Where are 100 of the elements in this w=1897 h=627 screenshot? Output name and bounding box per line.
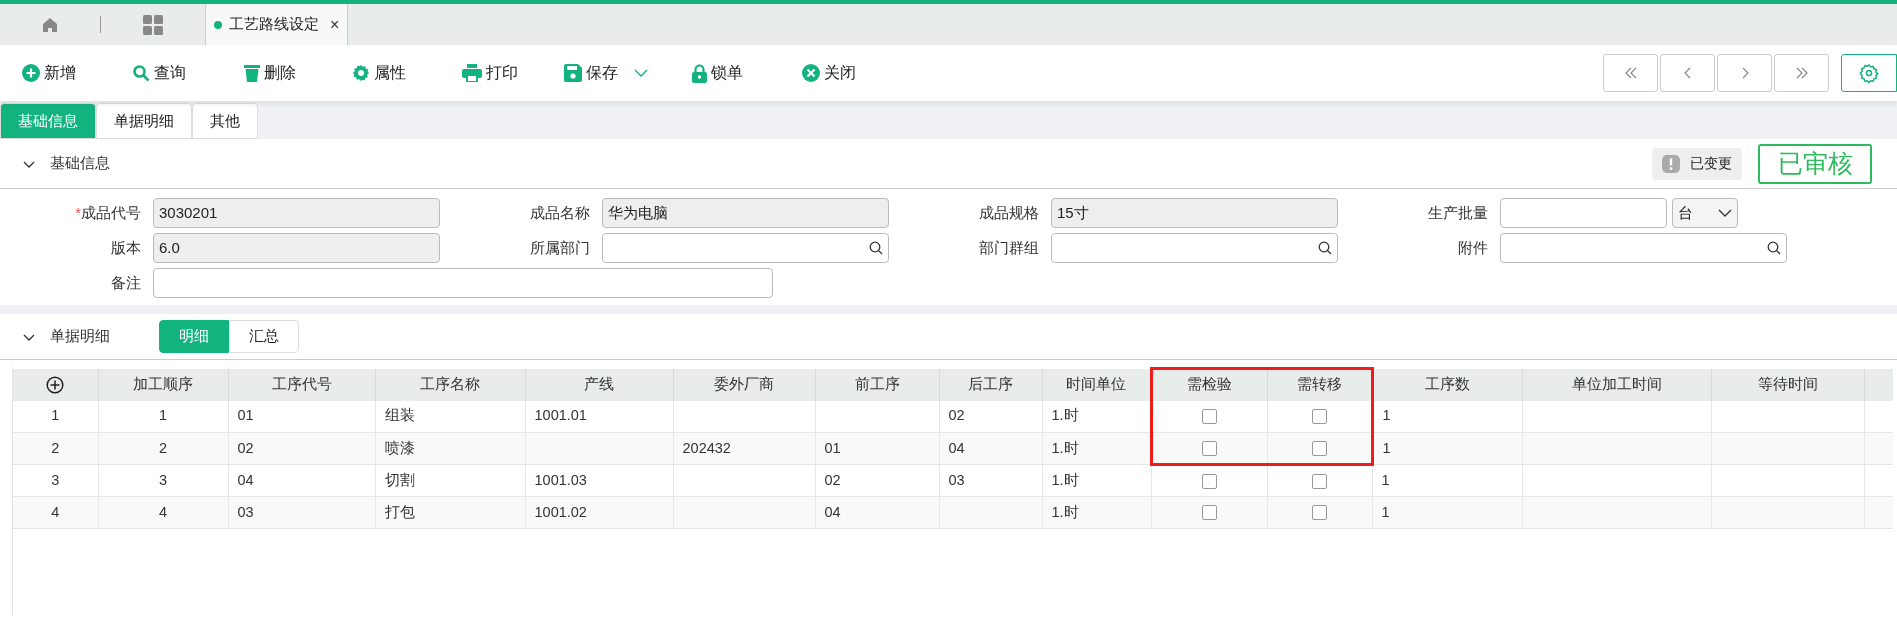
search-icon[interactable] — [869, 241, 883, 255]
field-label: 附件 — [1458, 238, 1488, 256]
column-header: 需转移 — [1296, 376, 1342, 393]
document-tab[interactable]: 工艺路线设定 × — [205, 4, 349, 45]
view-toggle[interactable]: 汇总 — [229, 320, 299, 353]
lookup-field[interactable] — [1500, 233, 1787, 263]
row-number: 2 — [13, 432, 98, 465]
table-cell: 打包 — [384, 503, 415, 520]
table-cell: 1.时 — [1051, 439, 1079, 456]
status-stamp: 已审核 — [1758, 143, 1872, 184]
checkbox[interactable] — [1202, 440, 1217, 456]
table-cell: 02 — [824, 471, 841, 488]
checkbox[interactable] — [1202, 409, 1217, 425]
column-header: 单位加工时间 — [1571, 375, 1662, 392]
tab-label: 工艺路线设定 — [229, 14, 319, 35]
table-cell: 2 — [158, 439, 168, 456]
field-label: 部门群组 — [979, 238, 1039, 256]
first-page-button[interactable] — [1603, 54, 1658, 92]
last-page-button[interactable] — [1774, 54, 1829, 92]
row-number: 4 — [13, 496, 98, 529]
section-tab[interactable]: 单据明细 — [96, 103, 192, 139]
table-cell: 3 — [158, 471, 168, 488]
field-label: 所属部门 — [530, 238, 590, 256]
table-cell: 1.时 — [1051, 471, 1079, 488]
readonly-field: 3030201 — [153, 198, 440, 228]
table-cell: 03 — [948, 471, 965, 488]
toolbar-button[interactable]: 查询 — [132, 61, 244, 85]
toolbar-button[interactable]: 属性 — [352, 61, 462, 85]
checkbox[interactable] — [1312, 473, 1327, 489]
field-label: 成品规格 — [979, 203, 1039, 221]
table-cell: 01 — [237, 407, 254, 424]
row-number: 1 — [13, 400, 98, 433]
close-icon — [802, 64, 820, 82]
double-left-chevron-icon — [1624, 67, 1637, 79]
home-icon — [42, 16, 58, 33]
toolbar-button[interactable]: 锁单 — [692, 61, 802, 85]
column-header: 委外厂商 — [714, 375, 774, 392]
add-row-icon[interactable] — [46, 375, 65, 394]
close-tab-button[interactable]: × — [330, 12, 340, 37]
search-icon[interactable] — [1318, 241, 1332, 255]
search-icon[interactable] — [1767, 241, 1781, 255]
table-cell: 1001.02 — [534, 503, 587, 520]
readonly-field: 15寸 — [1051, 198, 1338, 228]
table-cell: 04 — [948, 439, 965, 456]
table-cell: 喷漆 — [384, 439, 415, 456]
row-number: 3 — [13, 464, 98, 497]
table-cell: 02 — [237, 439, 254, 456]
column-header: 需检验 — [1187, 376, 1232, 393]
section-title: 基础信息 — [50, 153, 110, 174]
checkbox[interactable] — [1311, 440, 1327, 456]
lookup-field[interactable] — [602, 233, 889, 263]
column-header: 工序数 — [1425, 375, 1470, 392]
right-chevron-icon — [1741, 67, 1749, 79]
table-cell: 1.时 — [1051, 407, 1079, 424]
next-button[interactable] — [1717, 54, 1772, 92]
settings-icon — [1859, 63, 1879, 83]
table-cell: 1001.01 — [534, 407, 587, 424]
field-label: 成品代号 — [81, 203, 141, 221]
previous-button[interactable] — [1660, 54, 1715, 92]
table-cell: 切割 — [384, 471, 415, 488]
toolbar-button[interactable]: 删除 — [244, 61, 352, 85]
settings-button[interactable] — [1841, 54, 1897, 92]
required-mark: * — [75, 203, 81, 221]
column-header: 前工序 — [854, 375, 900, 392]
search-icon — [132, 64, 150, 82]
column-header: 时间单位 — [1066, 375, 1126, 392]
table-cell: 1001.03 — [534, 471, 587, 488]
readonly-field: 华为电脑 — [602, 198, 889, 228]
checkbox[interactable] — [1201, 473, 1217, 489]
field-label: 版本 — [111, 238, 141, 256]
table-cell: 1 — [1382, 439, 1391, 456]
checkbox[interactable] — [1201, 505, 1217, 521]
checkbox[interactable] — [1312, 505, 1327, 521]
printer-icon — [462, 64, 482, 82]
quantity-field[interactable] — [1500, 198, 1667, 228]
toolbar-button[interactable]: 打印 — [462, 61, 564, 85]
field-label: 生产批量 — [1428, 203, 1488, 221]
section-title: 单据明细 — [50, 326, 111, 347]
column-header: 等待时间 — [1757, 375, 1818, 392]
table-cell: 02 — [948, 407, 965, 424]
unit-select[interactable]: 台 — [1672, 198, 1738, 228]
section-tab[interactable]: 其他 — [192, 103, 258, 139]
plus-circle-icon — [22, 64, 40, 82]
lookup-field[interactable] — [1051, 233, 1338, 263]
table-cell: 1 — [158, 407, 168, 424]
double-right-chevron-icon — [1795, 67, 1808, 79]
caret-icon — [1718, 208, 1732, 218]
gear-icon — [352, 64, 370, 82]
column-header: 工序名称 — [420, 375, 480, 392]
table-cell: 03 — [237, 503, 254, 520]
text-field[interactable] — [153, 268, 773, 298]
column-header: 后工序 — [968, 375, 1013, 392]
warning-icon — [1662, 154, 1680, 173]
lock-icon — [692, 63, 707, 83]
field-label: 备注 — [111, 273, 141, 291]
checkbox[interactable] — [1311, 409, 1327, 425]
table-cell: 1 — [1381, 471, 1390, 488]
toolbar-button[interactable]: 关闭 — [802, 61, 902, 85]
toolbar-button[interactable]: 新增 — [22, 61, 132, 85]
toolbar-button[interactable]: 保存 — [564, 61, 692, 85]
